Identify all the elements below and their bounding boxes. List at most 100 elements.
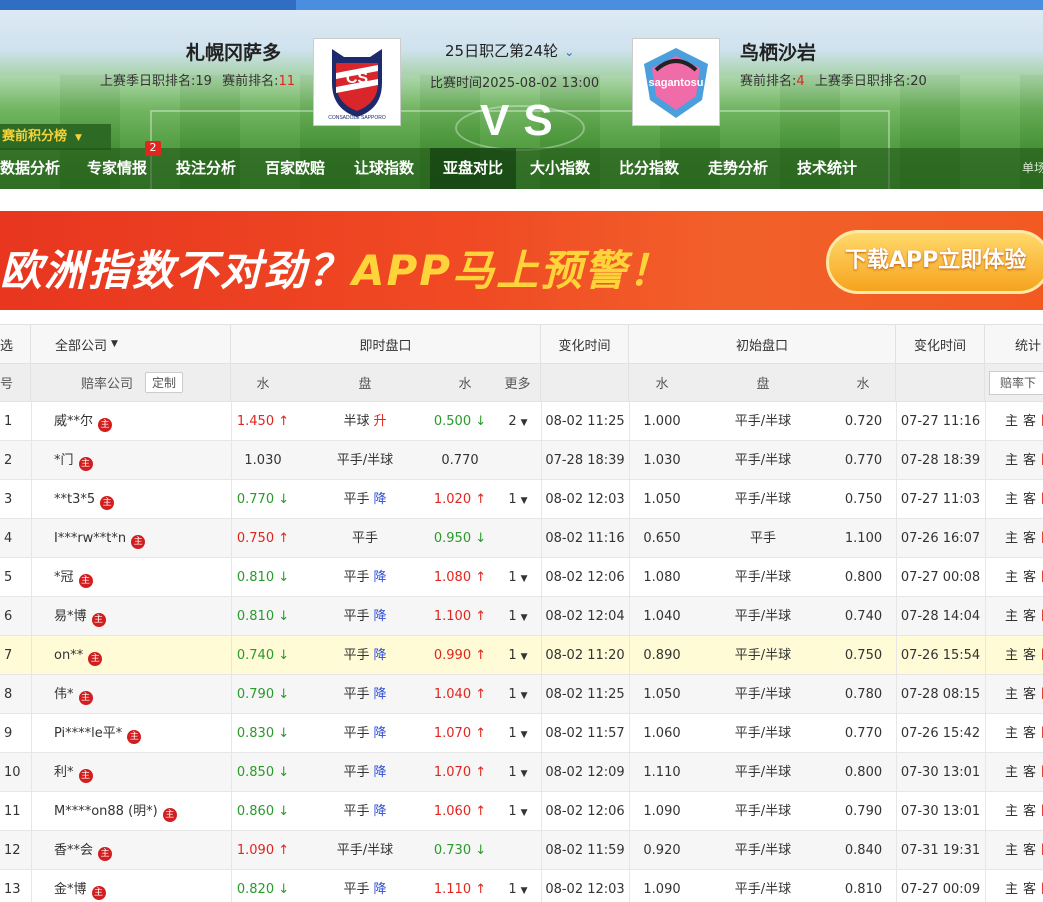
more-dropdown[interactable]: [495, 831, 541, 870]
table-row[interactable]: 4 I***rw**t*n 主 0.750 ↑ 平手 0.950 ↓ 08-02 11:16…: [0, 519, 1043, 558]
home-away-stats[interactable]: 主客同: [1005, 792, 1043, 831]
customize-button[interactable]: 定制: [145, 372, 184, 393]
table-row[interactable]: 2 *门主 1.030 平手/半球 0.770 07-28 18:39 1.030 平手/半球…: [0, 441, 1043, 480]
home-link[interactable]: 主: [1005, 609, 1018, 624]
nav-item-euro-odds[interactable]: 百家欧赔: [265, 148, 325, 189]
home-away-stats[interactable]: 主客同: [1005, 636, 1043, 675]
home-link[interactable]: 主: [1005, 804, 1018, 819]
away-link[interactable]: 客: [1023, 531, 1036, 546]
home-away-stats[interactable]: 主客同: [1005, 558, 1043, 597]
table-row[interactable]: 5 *冠主 0.810 ↓ 平手降 1.080 ↑ 1 ▼ 08-02 12:06 1.080 平…: [0, 558, 1043, 597]
company-name[interactable]: *门主: [54, 441, 224, 480]
more-dropdown[interactable]: 1 ▼: [495, 558, 541, 597]
home-link[interactable]: 主: [1005, 531, 1018, 546]
nav-item-handicap-index[interactable]: 让球指数: [354, 148, 414, 189]
away-link[interactable]: 客: [1023, 453, 1036, 468]
nav-item-asian-compare[interactable]: 亚盘对比: [430, 148, 517, 189]
more-dropdown[interactable]: 2 ▼: [495, 402, 541, 441]
table-row[interactable]: 13 金*博主 0.820 ↓ 平手降 1.110 ↑ 1 ▼ 08-02 12:03 1.09…: [0, 870, 1043, 902]
table-row[interactable]: 11 M****on88 (明*) 主 0.860 ↓ 平手降 1.060 ↑ 1 ▼ 08-0…: [0, 792, 1043, 831]
home-away-stats[interactable]: 主客同: [1005, 519, 1043, 558]
nav-item-bet-analysis[interactable]: 投注分析: [176, 148, 236, 189]
round-selector[interactable]: 25日职乙第24轮 ⌄: [445, 40, 574, 61]
away-link[interactable]: 客: [1023, 570, 1036, 585]
sort-select[interactable]: 赔率下: [989, 370, 1043, 395]
away-link[interactable]: 客: [1023, 804, 1036, 819]
company-name[interactable]: M****on88 (明*) 主: [54, 792, 224, 831]
company-name[interactable]: on** 主: [54, 636, 224, 675]
more-dropdown[interactable]: 1 ▼: [495, 636, 541, 675]
table-row[interactable]: 12 香**会主 1.090 ↑ 平手/半球 0.730 ↓ 08-02 11:59 0.9…: [0, 831, 1043, 870]
company-name[interactable]: 易*博主: [54, 597, 224, 636]
company-name[interactable]: *冠主: [54, 558, 224, 597]
home-link[interactable]: 主: [1005, 882, 1018, 897]
nav-item-trend-analysis[interactable]: 走势分析: [708, 148, 768, 189]
nav-item-single[interactable]: 单场: [1022, 148, 1043, 189]
more-dropdown[interactable]: [495, 519, 541, 558]
home-link[interactable]: 主: [1005, 453, 1018, 468]
more-dropdown[interactable]: 1 ▼: [495, 597, 541, 636]
home-away-stats[interactable]: 主客同: [1005, 870, 1043, 902]
more-dropdown[interactable]: 1 ▼: [495, 792, 541, 831]
table-row[interactable]: 10 利* 主 0.850 ↓ 平手降 1.070 ↑ 1 ▼ 08-02 12:09 1.110…: [0, 753, 1043, 792]
more-dropdown[interactable]: 1 ▼: [495, 714, 541, 753]
away-team-logo[interactable]: sagantosu: [632, 38, 720, 126]
nav-item-score-index[interactable]: 比分指数: [619, 148, 679, 189]
app-promo-banner[interactable]: 欧洲指数不对劲？APP马上预警！ 下载APP立即体验: [0, 211, 1043, 310]
nav-item-tech-stats[interactable]: 技术统计: [797, 148, 857, 189]
home-away-stats[interactable]: 主客同: [1005, 675, 1043, 714]
company-name[interactable]: 金*博主: [54, 870, 224, 902]
table-row[interactable]: 1 威**尔主 1.450 ↑ 半球升 0.500 ↓ 2 ▼ 08-02 11:25 1.00…: [0, 402, 1043, 441]
home-away-stats[interactable]: 主客同: [1005, 714, 1043, 753]
home-away-stats[interactable]: 主客同: [1005, 597, 1043, 636]
company-name[interactable]: 香**会主: [54, 831, 224, 870]
company-name[interactable]: 威**尔主: [54, 402, 224, 441]
home-link[interactable]: 主: [1005, 726, 1018, 741]
more-dropdown[interactable]: 1 ▼: [495, 753, 541, 792]
more-dropdown[interactable]: 1 ▼: [495, 675, 541, 714]
company-name[interactable]: I***rw**t*n 主: [54, 519, 224, 558]
more-dropdown[interactable]: [495, 441, 541, 480]
nav-item-expert-intel[interactable]: 专家情报 2: [87, 141, 162, 189]
home-away-stats[interactable]: 主客同: [1005, 480, 1043, 519]
more-dropdown[interactable]: 1 ▼: [495, 870, 541, 902]
home-team-logo[interactable]: CS CONSADOLE SAPPORO: [313, 38, 401, 126]
home-away-stats[interactable]: 主客同: [1005, 402, 1043, 441]
away-link[interactable]: 客: [1023, 609, 1036, 624]
download-app-button[interactable]: 下载APP立即体验: [826, 230, 1043, 294]
home-away-stats[interactable]: 主客同: [1005, 441, 1043, 480]
home-link[interactable]: 主: [1005, 414, 1018, 429]
away-link[interactable]: 客: [1023, 882, 1036, 897]
company-name[interactable]: Pi****le平* 主: [54, 714, 224, 753]
pre-match-standings-dropdown[interactable]: 赛前积分榜 ▼: [0, 124, 111, 150]
more-dropdown[interactable]: 1 ▼: [495, 480, 541, 519]
home-link[interactable]: 主: [1005, 492, 1018, 507]
company-name[interactable]: **t3*5 主: [54, 480, 224, 519]
away-link[interactable]: 客: [1023, 843, 1036, 858]
home-link[interactable]: 主: [1005, 843, 1018, 858]
away-link[interactable]: 客: [1023, 765, 1036, 780]
nav-item-data-analysis[interactable]: 数据分析: [0, 148, 60, 189]
home-link[interactable]: 主: [1005, 687, 1018, 702]
away-link[interactable]: 客: [1023, 726, 1036, 741]
home-away-stats[interactable]: 主客同: [1005, 753, 1043, 792]
table-row[interactable]: 6 易*博主 0.810 ↓ 平手降 1.100 ↑ 1 ▼ 08-02 12:04 1.040…: [0, 597, 1043, 636]
table-row[interactable]: 7 on** 主 0.740 ↓ 平手降 0.990 ↑ 1 ▼ 08-02 11:20 0.89…: [0, 636, 1043, 675]
away-link[interactable]: 客: [1023, 687, 1036, 702]
table-row[interactable]: 8 伟* 主 0.790 ↓ 平手降 1.040 ↑ 1 ▼ 08-02 11:25 1.050 平…: [0, 675, 1043, 714]
company-filter-dropdown[interactable]: 全部公司 ▼: [31, 325, 231, 363]
home-link[interactable]: 主: [1005, 570, 1018, 585]
nav-item-over-under[interactable]: 大小指数: [530, 148, 590, 189]
away-team-name[interactable]: 鸟栖沙岩: [740, 38, 816, 65]
home-away-stats[interactable]: 主客同: [1005, 831, 1043, 870]
home-link[interactable]: 主: [1005, 765, 1018, 780]
away-link[interactable]: 客: [1023, 648, 1036, 663]
away-link[interactable]: 客: [1023, 414, 1036, 429]
home-link[interactable]: 主: [1005, 648, 1018, 663]
table-row[interactable]: 9 Pi****le平* 主 0.830 ↓ 平手降 1.070 ↑ 1 ▼ 08-02 11:…: [0, 714, 1043, 753]
company-name[interactable]: 利* 主: [54, 753, 224, 792]
home-team-name[interactable]: 札幌冈萨多: [186, 38, 281, 65]
table-row[interactable]: 3 **t3*5 主 0.770 ↓ 平手降 1.020 ↑ 1 ▼ 08-02 12:03 1.…: [0, 480, 1043, 519]
company-name[interactable]: 伟* 主: [54, 675, 224, 714]
away-link[interactable]: 客: [1023, 492, 1036, 507]
